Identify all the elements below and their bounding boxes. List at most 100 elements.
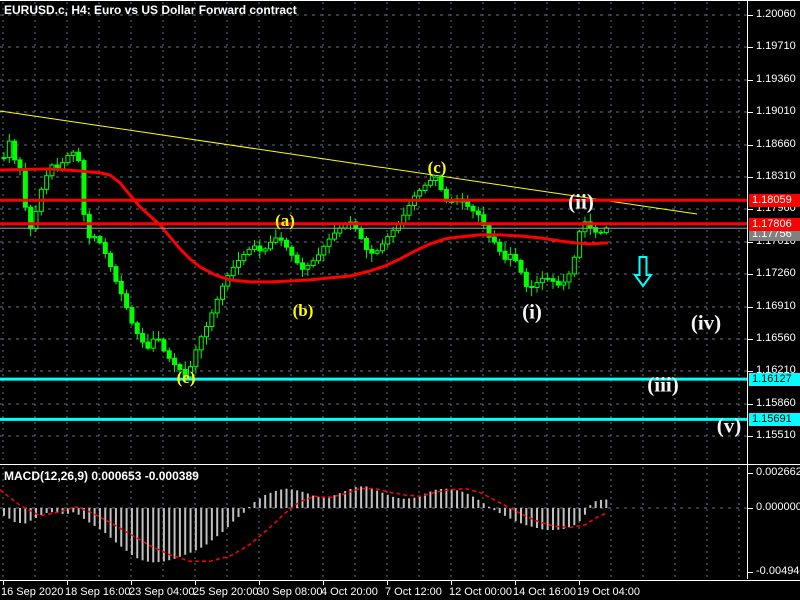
candle-bull: [508, 254, 512, 259]
price-tick-mark: [748, 209, 753, 210]
candle-bull: [263, 249, 267, 251]
candle-bear: [370, 250, 374, 254]
candle-bull: [269, 242, 273, 249]
date-label: 12 Oct 00:00: [449, 586, 512, 598]
price-tick-label: 1.15860: [756, 397, 796, 409]
candle-bull: [434, 177, 438, 180]
price-tick-mark: [748, 274, 753, 275]
wave-label-e[interactable]: (e): [177, 368, 196, 387]
candle-bull: [396, 224, 400, 230]
candle-bull: [210, 313, 214, 327]
panel-separator[interactable]: [0, 464, 800, 465]
candle-bear: [284, 240, 288, 247]
candle-bull: [71, 152, 75, 155]
candle-bull: [567, 274, 571, 282]
candle-bull: [391, 230, 395, 236]
candle-bear: [519, 261, 523, 273]
candle-bear: [359, 229, 363, 239]
candle-bull: [231, 267, 235, 275]
wave-label-a[interactable]: (a): [275, 211, 295, 230]
date-label: 30 Sep 08:00: [257, 586, 322, 598]
date-tick-mark: [131, 581, 132, 585]
wave-label-ii[interactable]: (ii): [568, 189, 594, 213]
candle-bear: [258, 246, 262, 251]
candle-bear: [290, 247, 294, 255]
candle-bear: [157, 339, 161, 340]
wave-label-i[interactable]: (i): [522, 299, 542, 323]
macd-axis[interactable]: 0.0026620.000000-0.004940: [747, 465, 800, 579]
candle-bull: [306, 266, 310, 270]
price-tick-label: 1.20060: [756, 8, 796, 20]
candle-bull: [253, 246, 257, 249]
price-tick-mark: [748, 15, 753, 16]
price-badge-resistance: 1.18059: [749, 194, 800, 207]
candle-bull: [535, 283, 539, 288]
macd-tick-mark: [748, 473, 753, 474]
price-tick-mark: [748, 177, 753, 178]
candle-bull: [34, 211, 38, 228]
candle-bull: [194, 350, 198, 367]
candle-bull: [2, 158, 6, 159]
wave-label-iv[interactable]: (iv): [691, 310, 721, 334]
candle-bear: [173, 358, 177, 364]
candle-bull: [274, 238, 278, 242]
candle-bear: [551, 279, 555, 282]
indicator-label: MACD(12,26,9) 0.000653 -0.000389: [4, 469, 199, 483]
macd-tick-mark: [748, 508, 753, 509]
price-tick-label: 1.19710: [756, 40, 796, 52]
price-axis[interactable]: 1.200601.197101.193601.190101.186601.183…: [747, 1, 800, 464]
price-tick-label: 1.19010: [756, 105, 796, 117]
candle-bull: [311, 261, 315, 266]
macd-tick-label: 0.002662: [756, 466, 800, 478]
candle-bear: [167, 351, 171, 358]
date-label: 14 Oct 16:00: [513, 586, 576, 598]
price-tick-mark: [748, 371, 753, 372]
candle-bear: [295, 255, 299, 263]
wave-label-c[interactable]: (c): [428, 158, 447, 177]
date-tick-mark: [515, 581, 516, 585]
candle-bull: [332, 233, 336, 239]
price-tick-label: 1.17260: [756, 267, 796, 279]
price-tick-mark: [748, 112, 753, 113]
time-axis[interactable]: 16 Sep 202018 Sep 16:0023 Sep 04:0025 Se…: [0, 580, 800, 600]
price-tick-label: 1.18660: [756, 138, 796, 150]
date-label: 4 Oct 20:00: [321, 586, 378, 598]
candle-bear: [98, 237, 102, 243]
candle-bull: [247, 249, 251, 254]
candle-bear: [146, 342, 150, 348]
candle-bull: [7, 141, 11, 157]
date-tick-mark: [3, 581, 4, 585]
candle-bear: [29, 207, 33, 229]
candle-bear: [141, 334, 145, 342]
candle-bull: [407, 206, 411, 216]
candle-bull: [66, 155, 70, 162]
chart-window: (a)(b)(c)(e)(i)(ii)(iii)(iv)(v) EURUSD.c…: [0, 0, 800, 600]
candle-bear: [503, 251, 507, 259]
candle-bear: [82, 161, 86, 215]
wave-label-iii[interactable]: (iii): [647, 372, 679, 396]
candle-bull: [205, 327, 209, 337]
price-tick-label: 1.16910: [756, 300, 796, 312]
candle-bull: [199, 337, 203, 350]
candle-bull: [375, 251, 379, 253]
wave-label-v[interactable]: (v): [717, 413, 742, 437]
date-label: 23 Sep 04:00: [129, 586, 194, 598]
price-tick-mark: [748, 404, 753, 405]
candle-bear: [498, 242, 502, 251]
candle-bull: [221, 286, 225, 299]
candle-bear: [471, 206, 475, 211]
price-tick-label: 1.16560: [756, 332, 796, 344]
wave-label-b[interactable]: (b): [293, 301, 314, 320]
candle-bear: [492, 237, 496, 242]
candle-bear: [87, 214, 91, 237]
down-arrow[interactable]: [635, 257, 651, 286]
price-tick-label: 1.19360: [756, 73, 796, 85]
candle-bear: [466, 202, 470, 206]
candle-bull: [93, 237, 97, 238]
price-chart-canvas[interactable]: (a) (b) (c) (e) (i) (ii) (iii) (iv) (v): [0, 1, 800, 600]
candle-bull: [327, 239, 331, 246]
candle-bull: [237, 261, 241, 268]
macd-tick-label: -0.004940: [756, 565, 800, 577]
price-tick-mark: [748, 339, 753, 340]
candle-bear: [103, 243, 107, 254]
